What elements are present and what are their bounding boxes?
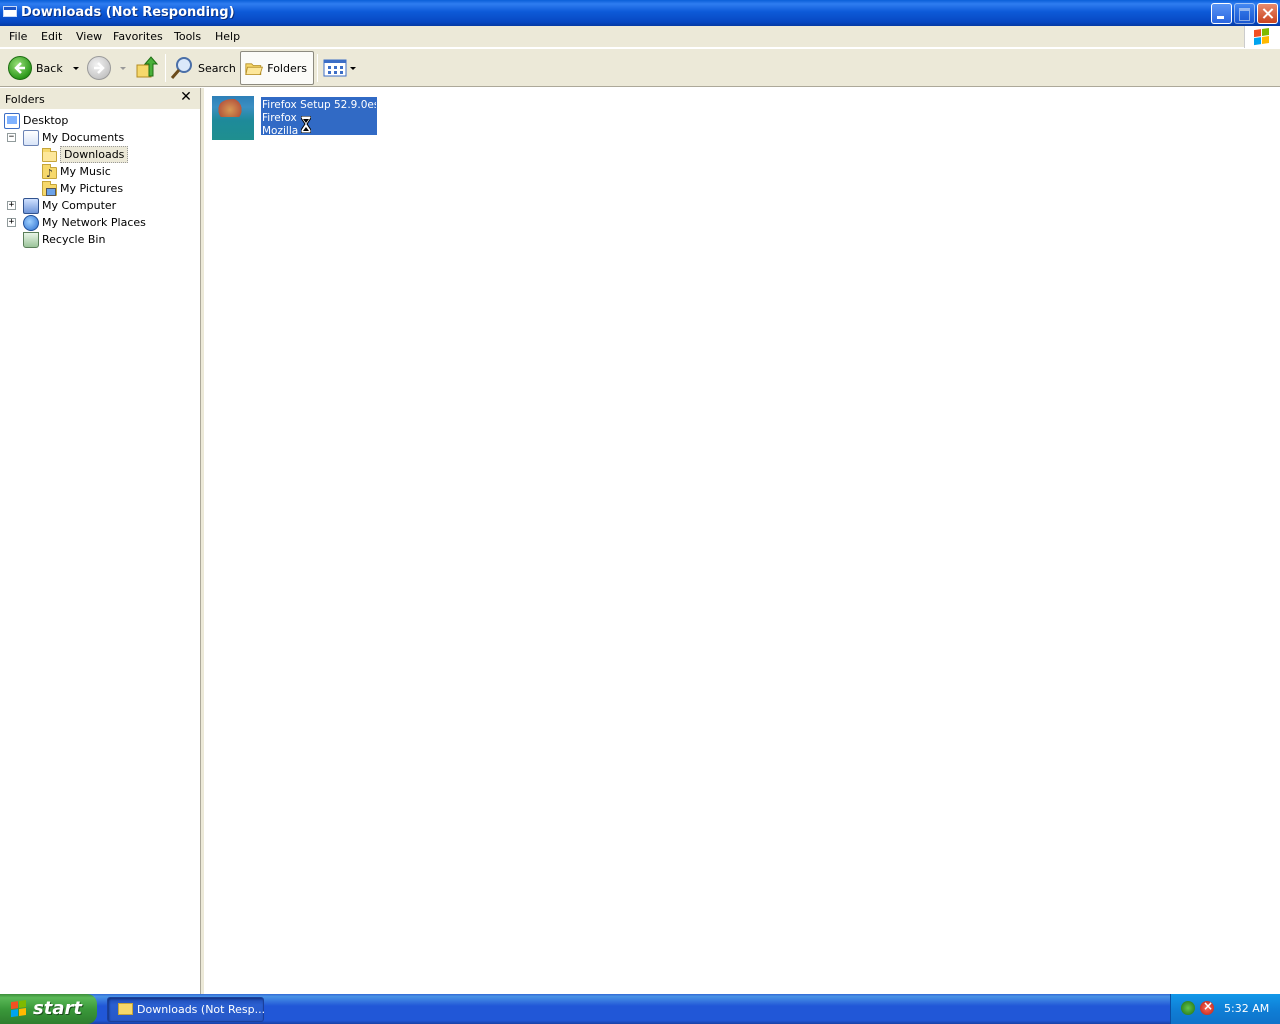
tree-item-label: My Music (60, 165, 111, 178)
forward-button[interactable] (87, 51, 126, 85)
file-company: Mozilla (262, 125, 299, 137)
file-name: Firefox Setup 52.9.0esr (262, 99, 376, 111)
window-title: Downloads (Not Responding) (21, 5, 235, 20)
title-bar[interactable]: Downloads (Not Responding) (0, 0, 1280, 26)
installer-thumbnail-icon (212, 96, 254, 140)
network-places-icon (23, 214, 39, 231)
menu-bar: File Edit View Favorites Tools Help (0, 26, 1280, 48)
tree-item-label: Recycle Bin (42, 233, 106, 246)
forward-dropdown-icon[interactable] (120, 66, 126, 70)
tree-item-downloads[interactable]: Downloads (42, 146, 129, 163)
folder-open-icon (42, 147, 57, 162)
tree-item-label: My Documents (42, 131, 125, 144)
window-icon[interactable] (3, 6, 17, 17)
security-alert-tray-icon[interactable] (1200, 999, 1214, 1015)
file-info-selected[interactable]: Firefox Setup 52.9.0esr Firefox Mozilla (261, 97, 377, 137)
folders-button[interactable]: Folders (240, 51, 314, 85)
menu-view[interactable]: View (76, 30, 102, 43)
up-button[interactable] (136, 51, 158, 85)
toolbar-separator (317, 54, 318, 82)
views-icon (323, 59, 347, 77)
clock[interactable]: 5:32 AM (1224, 1002, 1269, 1015)
close-pane-icon[interactable]: ✕ (178, 89, 194, 105)
tree-item-label: Desktop (23, 114, 69, 127)
standard-toolbar: Back Search Folders (0, 49, 1280, 87)
search-label: Search (198, 61, 236, 75)
folders-pane-title: Folders (5, 93, 45, 106)
start-label: start (33, 998, 82, 1019)
back-arrow-icon (8, 56, 32, 80)
computer-icon (23, 197, 39, 214)
tree-item-my-computer[interactable]: My Computer (23, 197, 116, 214)
windows-flag-icon (11, 1000, 27, 1018)
tree-item-label: Downloads (60, 146, 129, 163)
views-button[interactable] (323, 51, 356, 85)
folders-pane-header: Folders ✕ (0, 88, 200, 110)
tree-item-my-pictures[interactable]: My Pictures (42, 180, 123, 197)
file-description: Firefox (262, 112, 297, 124)
tree-item-my-music[interactable]: My Music (42, 163, 111, 180)
my-documents-icon (23, 129, 39, 146)
collapse-toggle-icon[interactable]: − (7, 133, 16, 142)
pictures-folder-icon (42, 180, 57, 196)
network-tray-icon[interactable] (1181, 1001, 1195, 1015)
folder-icon (118, 1003, 133, 1015)
file-list-view[interactable]: Firefox Setup 52.9.0esr Firefox Mozilla (204, 88, 1280, 994)
back-label: Back (36, 61, 63, 75)
menu-tools[interactable]: Tools (174, 30, 201, 43)
hourglass-cursor-icon (301, 116, 311, 133)
views-dropdown-icon[interactable] (350, 66, 356, 70)
close-button[interactable] (1257, 3, 1278, 24)
recycle-bin-icon (23, 231, 39, 248)
expand-toggle-icon[interactable]: + (7, 218, 16, 227)
tree-item-my-network-places[interactable]: My Network Places (23, 214, 146, 231)
firefox-globe-icon (218, 99, 248, 117)
tree-item-my-documents[interactable]: My Documents (23, 129, 124, 146)
tree-item-label: My Network Places (42, 216, 146, 229)
taskbar-window-button[interactable]: Downloads (Not Resp... (107, 997, 266, 1022)
taskbar-window-label: Downloads (Not Resp... (137, 1003, 266, 1016)
tree-item-label: My Pictures (60, 182, 124, 195)
folders-icon (245, 63, 264, 76)
back-button[interactable]: Back (8, 51, 79, 85)
back-dropdown-icon[interactable] (72, 66, 79, 70)
up-folder-icon (136, 56, 158, 78)
forward-arrow-icon (87, 56, 111, 80)
menu-file[interactable]: File (9, 30, 27, 43)
taskbar: start Downloads (Not Resp... 5:32 AM (0, 994, 1280, 1024)
system-tray: 5:32 AM (1170, 994, 1280, 1024)
tree-item-recycle-bin[interactable]: Recycle Bin (23, 231, 105, 248)
toolbar-separator (165, 54, 166, 82)
desktop-icon (4, 112, 20, 129)
music-folder-icon (42, 163, 57, 180)
start-button[interactable]: start (0, 994, 97, 1024)
windows-flag-icon (1254, 28, 1270, 46)
folders-pane: Folders ✕ Desktop − My Documents Downloa… (0, 88, 201, 994)
tree-item-label: My Computer (42, 199, 117, 212)
search-button[interactable]: Search (170, 51, 236, 85)
maximize-button[interactable] (1234, 3, 1255, 24)
menu-favorites[interactable]: Favorites (113, 30, 163, 43)
menu-help[interactable]: Help (215, 30, 240, 43)
menu-edit[interactable]: Edit (41, 30, 62, 43)
search-icon (170, 57, 192, 79)
windows-logo (1244, 26, 1280, 48)
minimize-button[interactable] (1211, 3, 1232, 24)
folders-label: Folders (267, 61, 307, 75)
expand-toggle-icon[interactable]: + (7, 201, 16, 210)
tree-item-desktop[interactable]: Desktop (4, 112, 68, 129)
